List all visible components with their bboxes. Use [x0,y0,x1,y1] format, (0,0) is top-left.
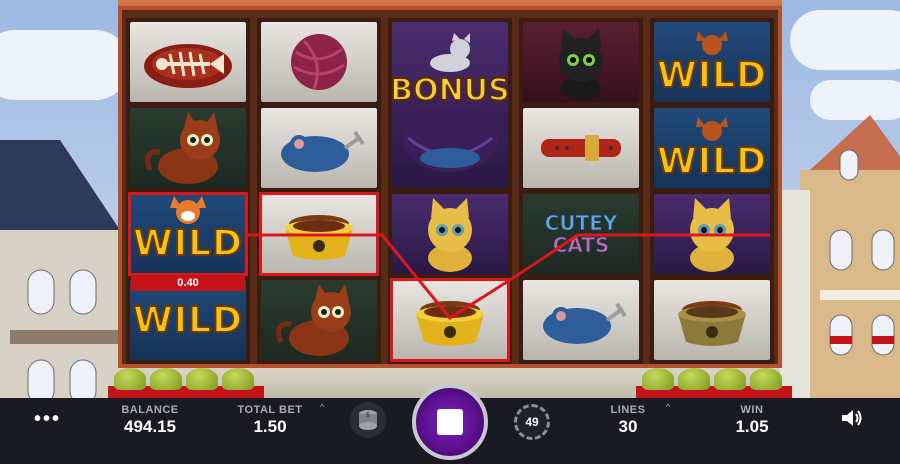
symbol-black-cat [523,22,639,102]
bush [222,368,254,390]
gray-cat-icon [430,32,470,72]
yellow-cat-icon [690,198,734,272]
lines-value[interactable]: 30 [588,417,668,437]
symbol-red-collar [523,108,639,188]
speaker-icon [842,410,862,426]
win-value: 1.05 [735,417,769,436]
symbol-wild: WILD [130,280,246,360]
cutey-label: CUTEY [544,211,618,235]
bush [150,368,182,390]
symbol-fish-bone-plate [130,22,246,102]
bush [678,368,710,390]
symbol-yellow-cat [392,194,508,274]
symbol-brown-cat [130,108,246,188]
bush [114,368,146,390]
balance-label: BALANCE [121,404,179,416]
symbol-yellow-cat [654,194,770,274]
symbol-wild: WILD [654,108,770,188]
balance-value: 494.15 [124,417,176,436]
brown-cat-icon [276,284,351,356]
autoplay-button[interactable]: 49 [514,404,550,440]
yellow-cat-icon [428,198,472,272]
cloud [790,10,900,70]
cloud [0,30,130,100]
symbol-cat-food-bowl [654,280,770,360]
menu-button[interactable]: ••• [34,408,61,431]
win-label: WIN [740,404,764,416]
lines-label: LINES [610,404,646,416]
cats-label: CATS [552,233,610,257]
coin-stack-button[interactable]: $ [350,402,386,438]
bonus-basket-icon [402,107,498,172]
wild-label: WILD [656,140,767,183]
lines-increase-icon[interactable]: ^ [666,402,670,412]
blue-mouse-icon [543,302,627,344]
bush [642,368,674,390]
symbol-blue-mouse [523,280,639,360]
spin-button[interactable] [412,384,488,460]
reel-4: CUTEY CATS [519,18,643,364]
coin-stack-icon: $ [359,410,377,430]
win-amount-badge: 0.40 [131,275,245,291]
bush [750,368,782,390]
winning-symbol-frame [390,278,510,362]
brown-cat-icon [145,112,220,184]
symbol-ball-of-yarn [261,22,377,102]
svg-text:$: $ [366,411,370,419]
red-cat-icon [696,116,728,141]
black-cat-icon [559,28,603,100]
stop-icon [437,409,463,435]
symbol-brown-cat [261,280,377,360]
reel-1: WILD WILD 0.40 [126,18,250,364]
symbol-bonus: BONUS [392,22,508,188]
total-bet-label: TOTAL BET [237,404,303,416]
reel-3: BONUS [388,18,512,364]
total-bet-value[interactable]: 1.50 [230,417,310,437]
blue-mouse-icon [281,130,365,172]
bonus-label: BONUS [392,72,508,109]
sound-toggle[interactable] [840,407,864,434]
symbol-wild: WILD [654,22,770,102]
red-cat-icon [696,30,728,55]
cat-food-bowl-icon [678,301,746,346]
reel-5: WILD WILD [650,18,774,364]
bet-increase-icon[interactable]: ^ [320,402,324,412]
symbol-cutey-cats-logo: CUTEY CATS [523,194,639,274]
fish-bone-plate-icon [144,44,232,88]
wild-label: WILD [656,54,767,97]
reel-2 [257,18,381,364]
bush [186,368,218,390]
symbol-blue-mouse [261,108,377,188]
winning-symbol-frame: 0.40 [128,192,248,291]
wild-label: WILD [132,299,243,342]
ball-of-yarn-icon [291,34,347,90]
red-collar-icon [541,135,621,161]
bush [714,368,746,390]
winning-symbol-frame [259,192,379,276]
